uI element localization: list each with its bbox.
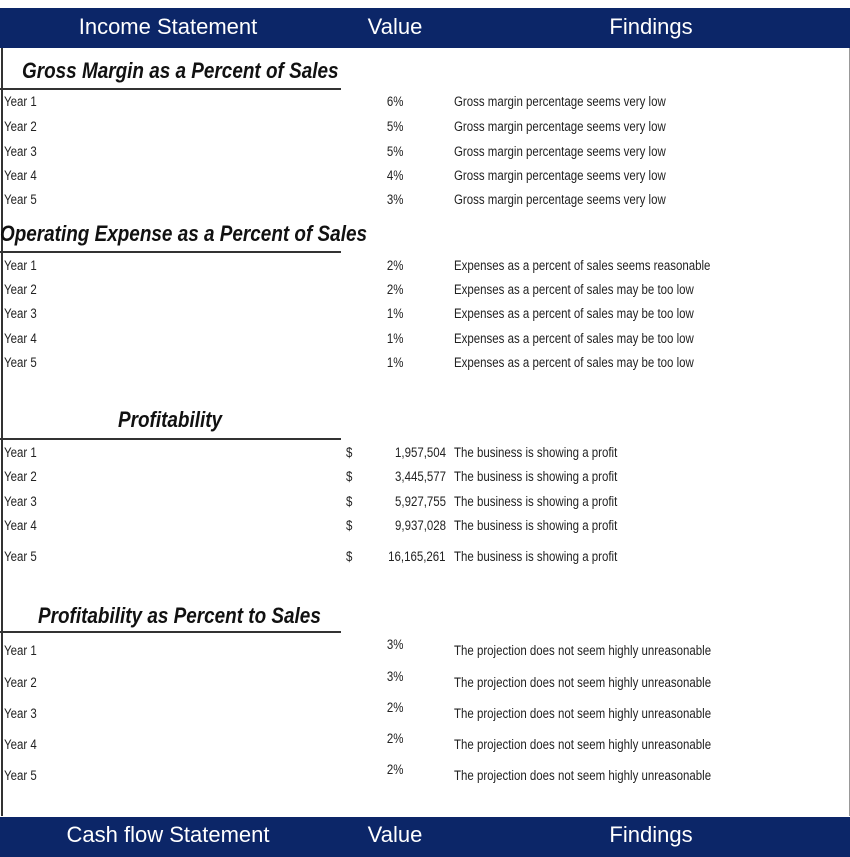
- row-value: 16,165,261: [388, 549, 446, 564]
- row-value: 2%: [387, 731, 404, 746]
- row-finding: Gross margin percentage seems very low: [454, 94, 666, 109]
- row-finding: Gross margin percentage seems very low: [454, 144, 666, 159]
- currency-symbol: $: [346, 494, 353, 509]
- header-col-findings: Findings: [609, 14, 693, 39]
- row-finding: Gross margin percentage seems very low: [454, 192, 666, 207]
- row-label: Year 3: [4, 144, 37, 159]
- row-label: Year 5: [4, 549, 37, 564]
- row-label: Year 2: [4, 675, 37, 690]
- row-label: Year 1: [4, 643, 37, 658]
- row-value: 5%: [387, 119, 404, 134]
- row-value: 2%: [387, 762, 404, 777]
- row-value: 3,445,577: [394, 469, 446, 484]
- row-finding: The business is showing a profit: [454, 549, 618, 564]
- row-finding: Gross margin percentage seems very low: [454, 168, 666, 183]
- row-value: 2%: [387, 258, 404, 273]
- currency-symbol: $: [346, 549, 353, 564]
- income-statement-header: Income Statement Value Findings: [0, 8, 850, 48]
- row-label: Year 5: [4, 192, 37, 207]
- row-finding: The business is showing a profit: [454, 518, 618, 533]
- row-finding: Expenses as a percent of sales may be to…: [454, 331, 694, 346]
- row-finding: The projection does not seem highly unre…: [454, 675, 712, 690]
- section-underline: [0, 438, 341, 440]
- row-finding: Gross margin percentage seems very low: [454, 119, 666, 134]
- header-col-findings: Findings: [609, 822, 693, 847]
- row-value: 2%: [387, 282, 404, 297]
- row-finding: Expenses as a percent of sales seems rea…: [454, 258, 711, 273]
- row-value: 3%: [387, 192, 404, 207]
- row-finding: Expenses as a percent of sales may be to…: [454, 282, 694, 297]
- cash-flow-header: Cash flow Statement Value Findings: [0, 817, 850, 857]
- header-col-value: Value: [367, 14, 423, 39]
- header-col-value: Value: [367, 822, 423, 847]
- row-label: Year 2: [4, 119, 37, 134]
- row-value: 2%: [387, 700, 404, 715]
- row-value: 6%: [387, 94, 404, 109]
- row-value: 4%: [387, 168, 404, 183]
- row-label: Year 1: [4, 258, 37, 273]
- row-finding: The projection does not seem highly unre…: [454, 768, 712, 783]
- row-finding: The business is showing a profit: [454, 445, 618, 460]
- header-col-statement: Cash flow Statement: [66, 822, 270, 847]
- section-underline: [0, 251, 341, 253]
- row-label: Year 5: [4, 355, 37, 370]
- row-label: Year 3: [4, 306, 37, 321]
- row-label: Year 4: [4, 168, 37, 183]
- row-value: 9,937,028: [394, 518, 446, 533]
- currency-symbol: $: [346, 518, 353, 533]
- row-finding: The projection does not seem highly unre…: [454, 737, 712, 752]
- row-finding: Expenses as a percent of sales may be to…: [454, 306, 694, 321]
- currency-symbol: $: [346, 445, 353, 460]
- row-value: 1,957,504: [394, 445, 446, 460]
- section-title: Gross Margin as a Percent of Sales: [22, 58, 339, 83]
- row-label: Year 3: [4, 706, 37, 721]
- row-finding: The projection does not seem highly unre…: [454, 706, 712, 721]
- section-title: Operating Expense as a Percent of Sales: [0, 221, 367, 246]
- row-value: 5,927,755: [394, 494, 446, 509]
- row-label: Year 4: [4, 518, 37, 533]
- row-finding: The business is showing a profit: [454, 469, 618, 484]
- row-finding: The business is showing a profit: [454, 494, 618, 509]
- row-finding: Expenses as a percent of sales may be to…: [454, 355, 694, 370]
- row-label: Year 5: [4, 768, 37, 783]
- header-col-statement: Income Statement: [78, 14, 258, 39]
- row-value: 5%: [387, 144, 404, 159]
- row-value: 3%: [387, 669, 404, 684]
- row-value: 3%: [387, 637, 404, 652]
- row-label: Year 4: [4, 331, 37, 346]
- row-label: Year 2: [4, 282, 37, 297]
- row-label: Year 1: [4, 94, 37, 109]
- row-label: Year 4: [4, 737, 37, 752]
- section-underline: [0, 631, 341, 633]
- row-value: 1%: [387, 306, 404, 321]
- row-value: 1%: [387, 355, 404, 370]
- section-underline: [0, 88, 341, 90]
- row-label: Year 2: [4, 469, 37, 484]
- row-finding: The projection does not seem highly unre…: [454, 643, 712, 658]
- section-title: Profitability as Percent to Sales: [38, 603, 321, 628]
- currency-symbol: $: [346, 469, 353, 484]
- row-label: Year 3: [4, 494, 37, 509]
- section-title: Profitability: [118, 407, 223, 432]
- row-value: 1%: [387, 331, 404, 346]
- row-label: Year 1: [4, 445, 37, 460]
